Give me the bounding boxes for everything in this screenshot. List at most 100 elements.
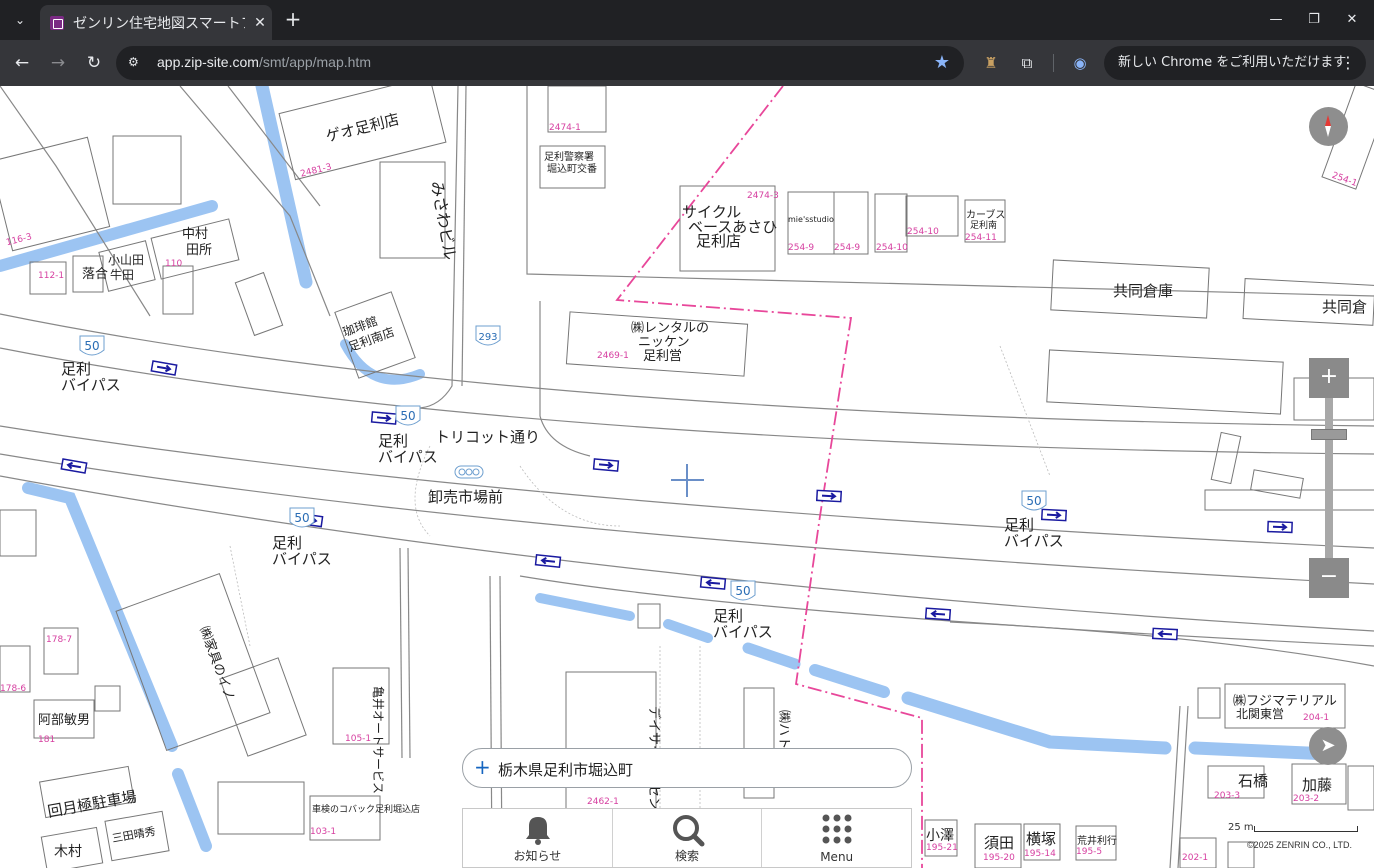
svg-text:亀井オートサービス: 亀井オートサービス [371,686,385,794]
map-canvas[interactable]: 50 50 50 50 50 293 ゲオ足利店 トリコット通り 卸売市場前 足… [0,86,1374,868]
extensions-puzzle-icon[interactable]: ⧉ [1016,52,1038,74]
new-tab-plus-icon[interactable]: + [281,8,305,32]
svg-text:103-1: 103-1 [310,827,336,837]
svg-text:112-1: 112-1 [38,271,64,281]
address-omnibox[interactable]: ⚙ app.zip-site.com/smt/app/map.htm ★ [116,46,964,80]
bell-icon [526,817,550,845]
address-search-bar[interactable]: + 栃木県足利市堀込町 [462,748,912,788]
svg-text:足利営: 足利営 [643,349,682,364]
svg-text:小山田: 小山田 [108,253,144,267]
plus-icon[interactable]: + [474,755,491,779]
notifications-button[interactable]: お知らせ [463,809,613,867]
extension-avatar-icon[interactable]: ♜ [980,52,1002,74]
water-channels [0,86,1337,852]
svg-text:254-1: 254-1 [1330,171,1358,189]
svg-text:293: 293 [478,332,497,343]
svg-text:110: 110 [165,259,182,269]
search-icon [672,815,705,847]
svg-text:50: 50 [84,339,99,353]
route-50-shield: 50 [395,405,421,426]
svg-text:バイパス: バイパス [1004,532,1064,550]
svg-text:落合: 落合 [82,267,108,282]
svg-text:2462-1: 2462-1 [587,797,619,807]
search-button[interactable]: 検索 [613,809,763,867]
forward-arrow-icon[interactable]: → [45,50,71,76]
svg-text:195-20: 195-20 [983,853,1015,863]
svg-text:車検のコバック足利堀込店: 車検のコバック足利堀込店 [312,803,420,815]
svg-text:㈱レンタルの: ㈱レンタルの [631,321,709,336]
svg-text:mie'sstudio: mie'sstudio [788,215,834,224]
svg-text:堀込町交番: 堀込町交番 [547,162,597,175]
bus-stop-icon [454,465,484,479]
svg-text:178-7: 178-7 [46,635,72,645]
browser-toolbar: ← → ↻ ⚙ app.zip-site.com/smt/app/map.htm… [0,40,1374,86]
profile-icon[interactable]: ◉ [1069,52,1091,74]
svg-text:田所: 田所 [186,243,212,258]
back-arrow-icon[interactable]: ← [9,50,35,76]
svg-text:トリコット通り: トリコット通り [435,428,540,446]
lot-lines [229,345,1051,868]
svg-text:バイパス: バイパス [61,376,121,394]
menu-button[interactable]: Menu [762,809,911,867]
reload-icon[interactable]: ↻ [81,50,107,76]
svg-text:2481-3: 2481-3 [299,162,332,179]
svg-text:回月極駐車場: 回月極駐車場 [46,787,138,820]
svg-text:254-9: 254-9 [788,243,814,253]
compass-icon[interactable] [1309,107,1348,146]
svg-text:203-2: 203-2 [1293,794,1319,804]
svg-text:荒井利行: 荒井利行 [1077,834,1117,847]
svg-text:中村: 中村 [182,227,208,242]
svg-text:足利南: 足利南 [970,219,997,231]
svg-text:ゲオ足利店: ゲオ足利店 [324,110,401,146]
url-text[interactable]: app.zip-site.com/smt/app/map.htm [157,54,371,70]
tab-close-icon[interactable]: ✕ [251,15,269,31]
minimize-icon[interactable]: — [1264,8,1288,32]
route-50-shield: 50 [730,580,756,601]
tab-bar: ⌄ ゼンリン住宅地図スマートフォン ✕ + — ❐ ✕ [0,0,1374,40]
route-293-shield: 293 [475,325,501,346]
current-address: 栃木県足利市堀込町 [498,761,634,779]
route-50-shield: 50 [79,335,105,356]
svg-text:50: 50 [400,409,415,423]
svg-text:254-10: 254-10 [907,227,939,237]
menu-kebab-icon[interactable]: ⋮ [1340,46,1356,80]
zoom-slider-thumb[interactable] [1311,429,1347,440]
svg-text:254-9: 254-9 [834,243,860,253]
center-crosshair [686,464,688,497]
svg-text:バイパス: バイパス [713,623,773,641]
svg-text:195-21: 195-21 [926,843,958,853]
zoom-in-button[interactable]: + [1309,358,1349,398]
svg-text:足利店: 足利店 [696,232,741,250]
svg-text:2474-3: 2474-3 [747,191,779,201]
site-favicon-icon [50,15,64,30]
svg-text:小澤: 小澤 [926,828,954,844]
svg-text:カーブス: カーブス [966,208,1005,221]
tab-search-chevron-icon[interactable]: ⌄ [6,7,34,33]
svg-text:加藤: 加藤 [1302,776,1332,794]
svg-text:共同倉庫: 共同倉庫 [1113,282,1173,300]
chrome-update-chip[interactable]: 新しい Chrome をご利用いただけます ⋮ [1104,46,1366,80]
route-shields: 50 50 50 50 50 293 [79,325,1047,601]
bottom-menu: お知らせ 検索 Menu [462,808,912,868]
svg-text:116-3: 116-3 [5,232,33,248]
one-way-arrows [60,360,1293,641]
restore-icon[interactable]: ❐ [1302,8,1326,32]
zoom-slider-track[interactable] [1325,398,1333,558]
site-settings-icon[interactable]: ⚙ [128,55,146,71]
svg-text:㈱家具のイノ: ㈱家具のイノ [196,624,238,703]
svg-text:254-11: 254-11 [965,233,997,243]
current-location-icon[interactable]: ➤ [1309,727,1347,765]
svg-text:共同倉: 共同倉 [1322,298,1367,316]
svg-text:北関東営: 北関東営 [1236,707,1284,721]
svg-text:木村: 木村 [54,844,82,860]
zoom-out-button[interactable]: − [1309,558,1349,598]
bookmark-star-icon[interactable]: ★ [934,52,950,73]
svg-text:50: 50 [735,584,750,598]
svg-text:バイパス: バイパス [272,550,332,568]
svg-text:254-10: 254-10 [876,243,908,253]
window-close-icon[interactable]: ✕ [1340,8,1364,32]
svg-text:ニッケン: ニッケン [638,335,690,350]
browser-tab[interactable]: ゼンリン住宅地図スマートフォン ✕ [40,5,272,40]
route-50-shield: 50 [289,507,315,528]
svg-text:阿部敏男: 阿部敏男 [38,713,90,728]
